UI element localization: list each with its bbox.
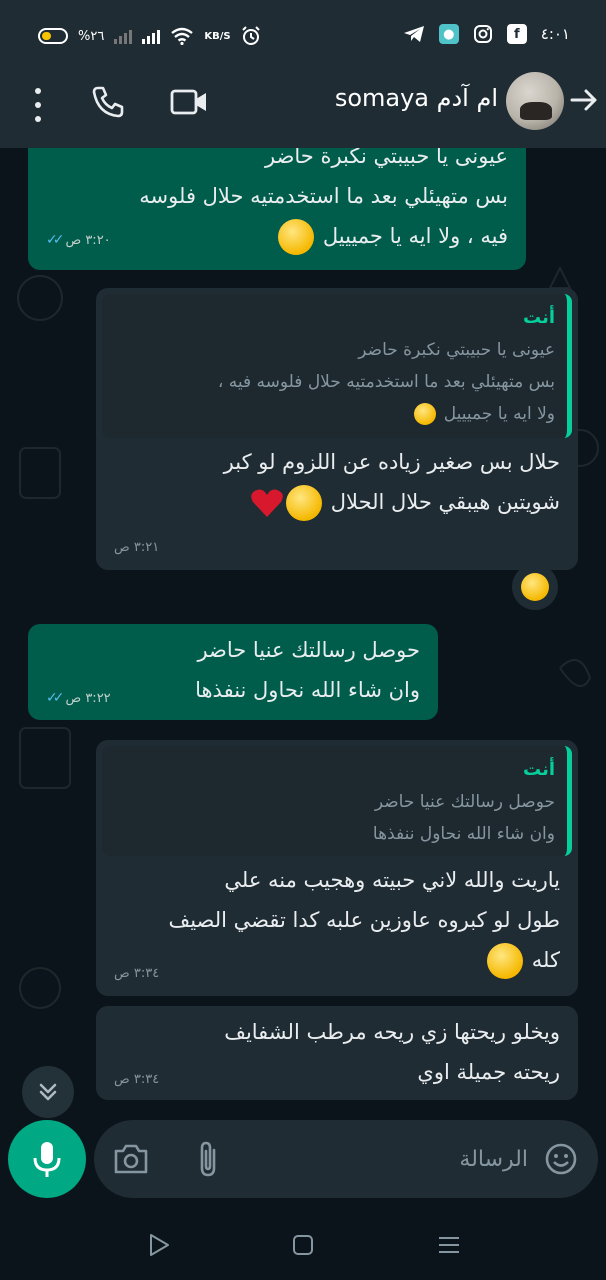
message-meta: ✓✓ ٣:٢٢ ص <box>46 690 111 706</box>
status-left: %٢٦ KB/S <box>38 26 261 46</box>
message-bubble-outgoing[interactable]: حوصل رسالتك عنيا حاضر وان شاء الله نحاول… <box>28 624 438 720</box>
nav-back-icon[interactable] <box>146 1232 172 1258</box>
message-composer[interactable] <box>94 1120 598 1198</box>
message-line: عيونى يا حبيبتي نكبرة حاضر <box>264 148 508 168</box>
quote-line: عيونى يا حبيبتي نكبرة حاضر <box>358 340 555 360</box>
message-meta: ٣:٣٤ ص <box>114 966 159 981</box>
battery-icon <box>38 28 68 44</box>
quote-line: حوصل رسالتك عنيا حاضر <box>374 792 555 812</box>
chat-header: ام آدم somaya <box>0 70 606 148</box>
signal-icon <box>114 28 133 44</box>
kissing-face-emoji <box>278 219 315 255</box>
message-bubble-incoming[interactable]: ويخلو ريحتها زي ريحه مرطب الشفايف ريحته … <box>96 1006 578 1100</box>
message-meta: ✓✓ ٣:٢٠ ص <box>46 232 111 248</box>
scroll-to-bottom-button[interactable] <box>22 1066 74 1118</box>
back-arrow-icon[interactable] <box>568 84 600 116</box>
quoted-message[interactable]: أنت حوصل رسالتك عنيا حاضر وان شاء الله ن… <box>102 746 572 856</box>
read-ticks-icon: ✓✓ <box>46 232 65 248</box>
message-line: فيه ، ولا ايه يا جميييل <box>46 216 508 256</box>
net-speed: KB/S <box>204 30 231 42</box>
message-time: ٣:٢٠ ص <box>65 232 111 248</box>
message-line: ويخلو ريحتها زي ريحه مرطب الشفايف <box>224 1020 560 1044</box>
message-time: ٣:٣٤ ص <box>114 1072 160 1087</box>
rolling-laughing-emoji <box>487 943 524 979</box>
read-ticks-icon: ✓✓ <box>46 690 65 706</box>
message-time: ٣:٣٤ ص <box>114 966 160 981</box>
telegram-icon <box>403 26 424 42</box>
system-nav-bar <box>0 1208 606 1280</box>
alarm-icon <box>241 26 260 45</box>
nav-recents-icon[interactable] <box>436 1232 462 1258</box>
signal-icon <box>142 28 161 44</box>
quoted-message[interactable]: أنت عيونى يا حبيبتي نكبرة حاضر بس متهيئل… <box>102 294 572 438</box>
message-time: ٣:٢٢ ص <box>65 690 111 706</box>
message-meta: ٣:٣٤ ص <box>114 1072 159 1087</box>
battery-level: %٢٦ <box>78 28 105 44</box>
video-call-icon[interactable] <box>170 87 208 117</box>
wifi-icon <box>171 27 194 45</box>
status-bar: %٢٦ KB/S ● f ٤:٠١ <box>0 0 606 70</box>
message-bubble-outgoing[interactable]: عيونى يا حبيبتي نكبرة حاضر بس متهيئلي بع… <box>28 148 526 270</box>
kissing-face-emoji <box>414 403 437 425</box>
quote-line: وان شاء الله نحاول ننفذها <box>372 824 555 844</box>
instagram-icon <box>473 25 492 43</box>
more-menu-icon[interactable] <box>28 88 48 122</box>
status-right: ● f ٤:٠١ <box>403 24 570 44</box>
clock: ٤:٠١ <box>540 25 570 43</box>
nav-home-icon[interactable] <box>290 1232 316 1258</box>
message-line: شويتين هيبقي حلال الحلال <box>114 482 560 522</box>
reaction-badge[interactable] <box>512 564 558 610</box>
double-chevron-down-icon <box>39 1083 57 1101</box>
attach-icon[interactable] <box>194 1140 222 1178</box>
quote-author: أنت <box>523 759 555 780</box>
red-heart-emoji <box>251 489 283 517</box>
quote-line: بس متهيئلي بعد ما استخدمتيه حلال فلوسه ف… <box>217 372 555 392</box>
message-meta: ٣:٢١ ص <box>114 540 159 555</box>
camera-icon[interactable] <box>112 1142 150 1176</box>
message-time: ٣:٢١ ص <box>114 540 160 555</box>
message-line: حلال بس صغير زياده عن اللزوم لو كبر <box>223 450 560 474</box>
quote-line: ولا ايه يا جميييل <box>114 398 555 430</box>
message-bubble-incoming[interactable]: أنت عيونى يا حبيبتي نكبرة حاضر بس متهيئل… <box>96 288 578 570</box>
message-input[interactable] <box>268 1120 528 1198</box>
voice-call-icon[interactable] <box>90 84 126 120</box>
message-line: حوصل رسالتك عنيا حاضر <box>197 638 420 662</box>
message-line: طول لو كبروه عاوزين علبه كدا تقضي الصيف <box>168 908 560 932</box>
joy-emoji <box>521 573 549 601</box>
avatar[interactable] <box>506 72 564 130</box>
mic-button[interactable] <box>8 1120 86 1198</box>
contact-name[interactable]: ام آدم somaya <box>335 84 498 112</box>
message-line: كله <box>114 940 560 980</box>
message-line: بس متهيئلي بعد ما استخدمتيه حلال فلوسه <box>139 184 508 208</box>
emoji-icon[interactable] <box>544 1142 578 1176</box>
facebook-icon: f <box>506 24 527 44</box>
message-list[interactable]: عيونى يا حبيبتي نكبرة حاضر بس متهيئلي بع… <box>0 148 606 1110</box>
message-line: ريحته جميلة اوي <box>417 1060 560 1084</box>
quote-author: أنت <box>523 307 555 328</box>
message-bubble-incoming[interactable]: أنت حوصل رسالتك عنيا حاضر وان شاء الله ن… <box>96 740 578 996</box>
mic-icon <box>33 1142 61 1177</box>
rolling-laughing-emoji <box>286 485 323 521</box>
message-line: ياريت والله لاني حبيته وهجيب منه علي <box>224 868 560 892</box>
app-icon: ● <box>438 24 459 44</box>
